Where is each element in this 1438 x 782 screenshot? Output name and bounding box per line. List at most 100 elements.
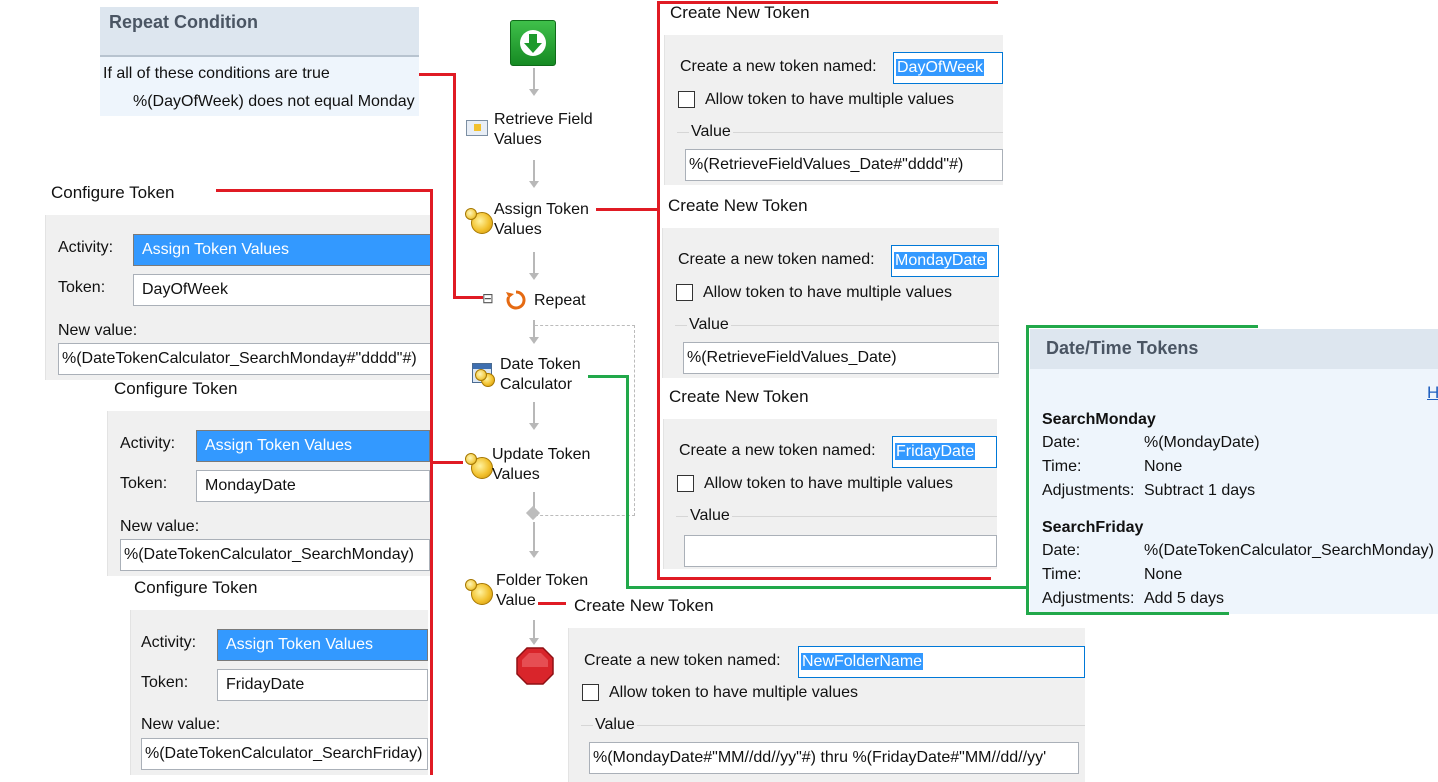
token-name[interactable]: SearchFriday xyxy=(1042,519,1143,537)
configure-token-caption: Configure Token xyxy=(114,379,238,398)
token-icon xyxy=(465,579,493,605)
value-label: Value xyxy=(593,716,637,734)
value-field[interactable] xyxy=(684,535,997,567)
create-token-caption: Create New Token xyxy=(668,196,808,215)
new-value-label: New value: xyxy=(120,518,200,535)
token-name-label: Create a new token named: xyxy=(584,652,781,669)
callout-line xyxy=(1026,325,1258,328)
repeat-condition-title: Repeat Condition xyxy=(109,12,258,32)
activity-label: Activity: xyxy=(58,239,114,256)
activity-select[interactable]: Assign Token Values xyxy=(217,629,428,661)
token-field[interactable]: MondayDate xyxy=(196,470,430,502)
multiple-values-label: Allow token to have multiple values xyxy=(703,284,953,301)
repeat-condition-header: Repeat Condition xyxy=(100,7,419,57)
repeat-condition-rule[interactable]: %(DayOfWeek) does not equal Monday xyxy=(133,93,415,111)
adjustments-value: Add 5 days xyxy=(1144,590,1225,607)
new-value-label: New value: xyxy=(141,716,221,733)
new-value-field[interactable]: %(DateTokenCalculator_SearchMonday#"dddd… xyxy=(58,343,431,375)
date-value: %(DateTokenCalculator_SearchMonday) xyxy=(1144,542,1434,559)
activity-select[interactable]: Assign Token Values xyxy=(133,234,431,266)
value-label: Value xyxy=(689,123,733,141)
adjustments-label: Adjustments: xyxy=(1042,482,1135,499)
callout-line xyxy=(596,208,660,211)
new-value-label: New value: xyxy=(58,322,138,339)
callout-line xyxy=(626,586,1029,589)
multiple-values-label: Allow token to have multiple values xyxy=(609,684,859,701)
new-value-field[interactable]: %(DateTokenCalculator_SearchFriday) xyxy=(141,738,428,770)
workflow-step-label: Assign Token Values xyxy=(494,201,589,238)
token-field[interactable]: DayOfWeek xyxy=(133,274,431,306)
configure-token-caption: Configure Token xyxy=(51,183,175,202)
workflow-step-retrieve-field-values[interactable]: Retrieve Field Values xyxy=(466,108,606,152)
repeat-condition-intro: If all of these conditions are true xyxy=(103,65,330,82)
value-field[interactable]: %(RetrieveFieldValues_Date) xyxy=(683,342,999,374)
callout-line xyxy=(626,375,629,589)
activity-label: Activity: xyxy=(120,435,176,452)
collapse-icon[interactable]: ⊟ xyxy=(482,290,494,307)
adjustments-value: Subtract 1 days xyxy=(1144,482,1256,499)
start-icon[interactable] xyxy=(510,20,556,66)
callout-line xyxy=(216,189,433,192)
new-value-field[interactable]: %(DateTokenCalculator_SearchMonday) xyxy=(120,539,430,571)
multiple-values-checkbox[interactable] xyxy=(678,91,695,108)
create-token-panel: Create a new token named: NewFolderName … xyxy=(568,628,1085,782)
create-token-caption: Create New Token xyxy=(670,3,810,22)
date-time-tokens-title: Date/Time Tokens xyxy=(1046,338,1199,358)
token-icon xyxy=(465,208,493,234)
date-value: %(MondayDate) xyxy=(1144,434,1260,451)
value-field[interactable]: %(RetrieveFieldValues_Date#"dddd"#) xyxy=(685,149,1003,181)
create-token-caption: Create New Token xyxy=(574,596,714,615)
workflow-step-label: Repeat xyxy=(534,292,586,309)
callout-line xyxy=(419,73,456,76)
repeat-loop-icon xyxy=(504,288,528,317)
workflow-step-label: Retrieve Field Values xyxy=(494,111,593,148)
token-name-label: Create a new token named: xyxy=(678,251,875,268)
date-label: Date: xyxy=(1042,542,1081,559)
calendar-token-icon xyxy=(472,363,495,387)
multiple-values-checkbox[interactable] xyxy=(582,684,599,701)
callout-line xyxy=(430,461,463,464)
adjustments-label: Adjustments: xyxy=(1042,590,1135,607)
multiple-values-label: Allow token to have multiple values xyxy=(705,91,955,108)
callout-line xyxy=(657,1,660,580)
token-name-field[interactable]: NewFolderName xyxy=(798,646,1085,678)
callout-line xyxy=(1026,325,1029,615)
callout-line xyxy=(588,375,629,378)
workflow-step-label: Date Token Calculator xyxy=(500,356,581,393)
multiple-values-checkbox[interactable] xyxy=(676,284,693,301)
date-time-tokens-header: Date/Time Tokens xyxy=(1030,329,1438,369)
token-icon xyxy=(465,453,493,479)
time-value: None xyxy=(1144,566,1183,583)
token-name-field[interactable]: MondayDate xyxy=(891,245,999,277)
configure-token-panel: Activity: Assign Token Values Token: Fri… xyxy=(130,610,428,775)
token-name-field[interactable]: FridayDate xyxy=(892,436,997,468)
callout-line xyxy=(453,296,483,299)
callout-line xyxy=(430,189,433,775)
token-name-label: Create a new token named: xyxy=(680,58,877,75)
stop-icon[interactable] xyxy=(516,647,554,690)
token-field[interactable]: FridayDate xyxy=(217,669,428,701)
workflow-step-date-token-calculator[interactable]: Date Token Calculator xyxy=(472,355,602,399)
activity-select[interactable]: Assign Token Values xyxy=(196,430,430,462)
token-name-field[interactable]: DayOfWeek xyxy=(893,52,1003,84)
time-label: Time: xyxy=(1042,566,1082,583)
help-link[interactable]: H xyxy=(1427,383,1438,403)
configure-token-caption: Configure Token xyxy=(134,578,258,597)
value-label: Value xyxy=(687,316,731,334)
multiple-values-label: Allow token to have multiple values xyxy=(704,475,954,492)
workflow-step-assign-token-values[interactable]: Assign Token Values xyxy=(465,200,606,244)
value-field[interactable]: %(MondayDate#"MM//dd//yy"#) thru %(Frida… xyxy=(589,742,1079,774)
callout-line xyxy=(538,602,566,605)
value-label: Value xyxy=(688,507,732,525)
workflow-step-repeat[interactable]: ⊟ Repeat xyxy=(482,288,592,314)
token-label: Token: xyxy=(120,475,168,492)
token-name[interactable]: SearchMonday xyxy=(1042,411,1156,429)
workflow-step-update-token-values[interactable]: Update Token Values xyxy=(465,445,606,489)
token-label: Token: xyxy=(58,279,106,296)
multiple-values-checkbox[interactable] xyxy=(677,475,694,492)
callout-line xyxy=(660,1,998,4)
date-label: Date: xyxy=(1042,434,1081,451)
create-token-panel: Create a new token named: MondayDate All… xyxy=(662,228,999,378)
callout-line xyxy=(1026,612,1229,615)
create-token-caption: Create New Token xyxy=(669,387,809,406)
